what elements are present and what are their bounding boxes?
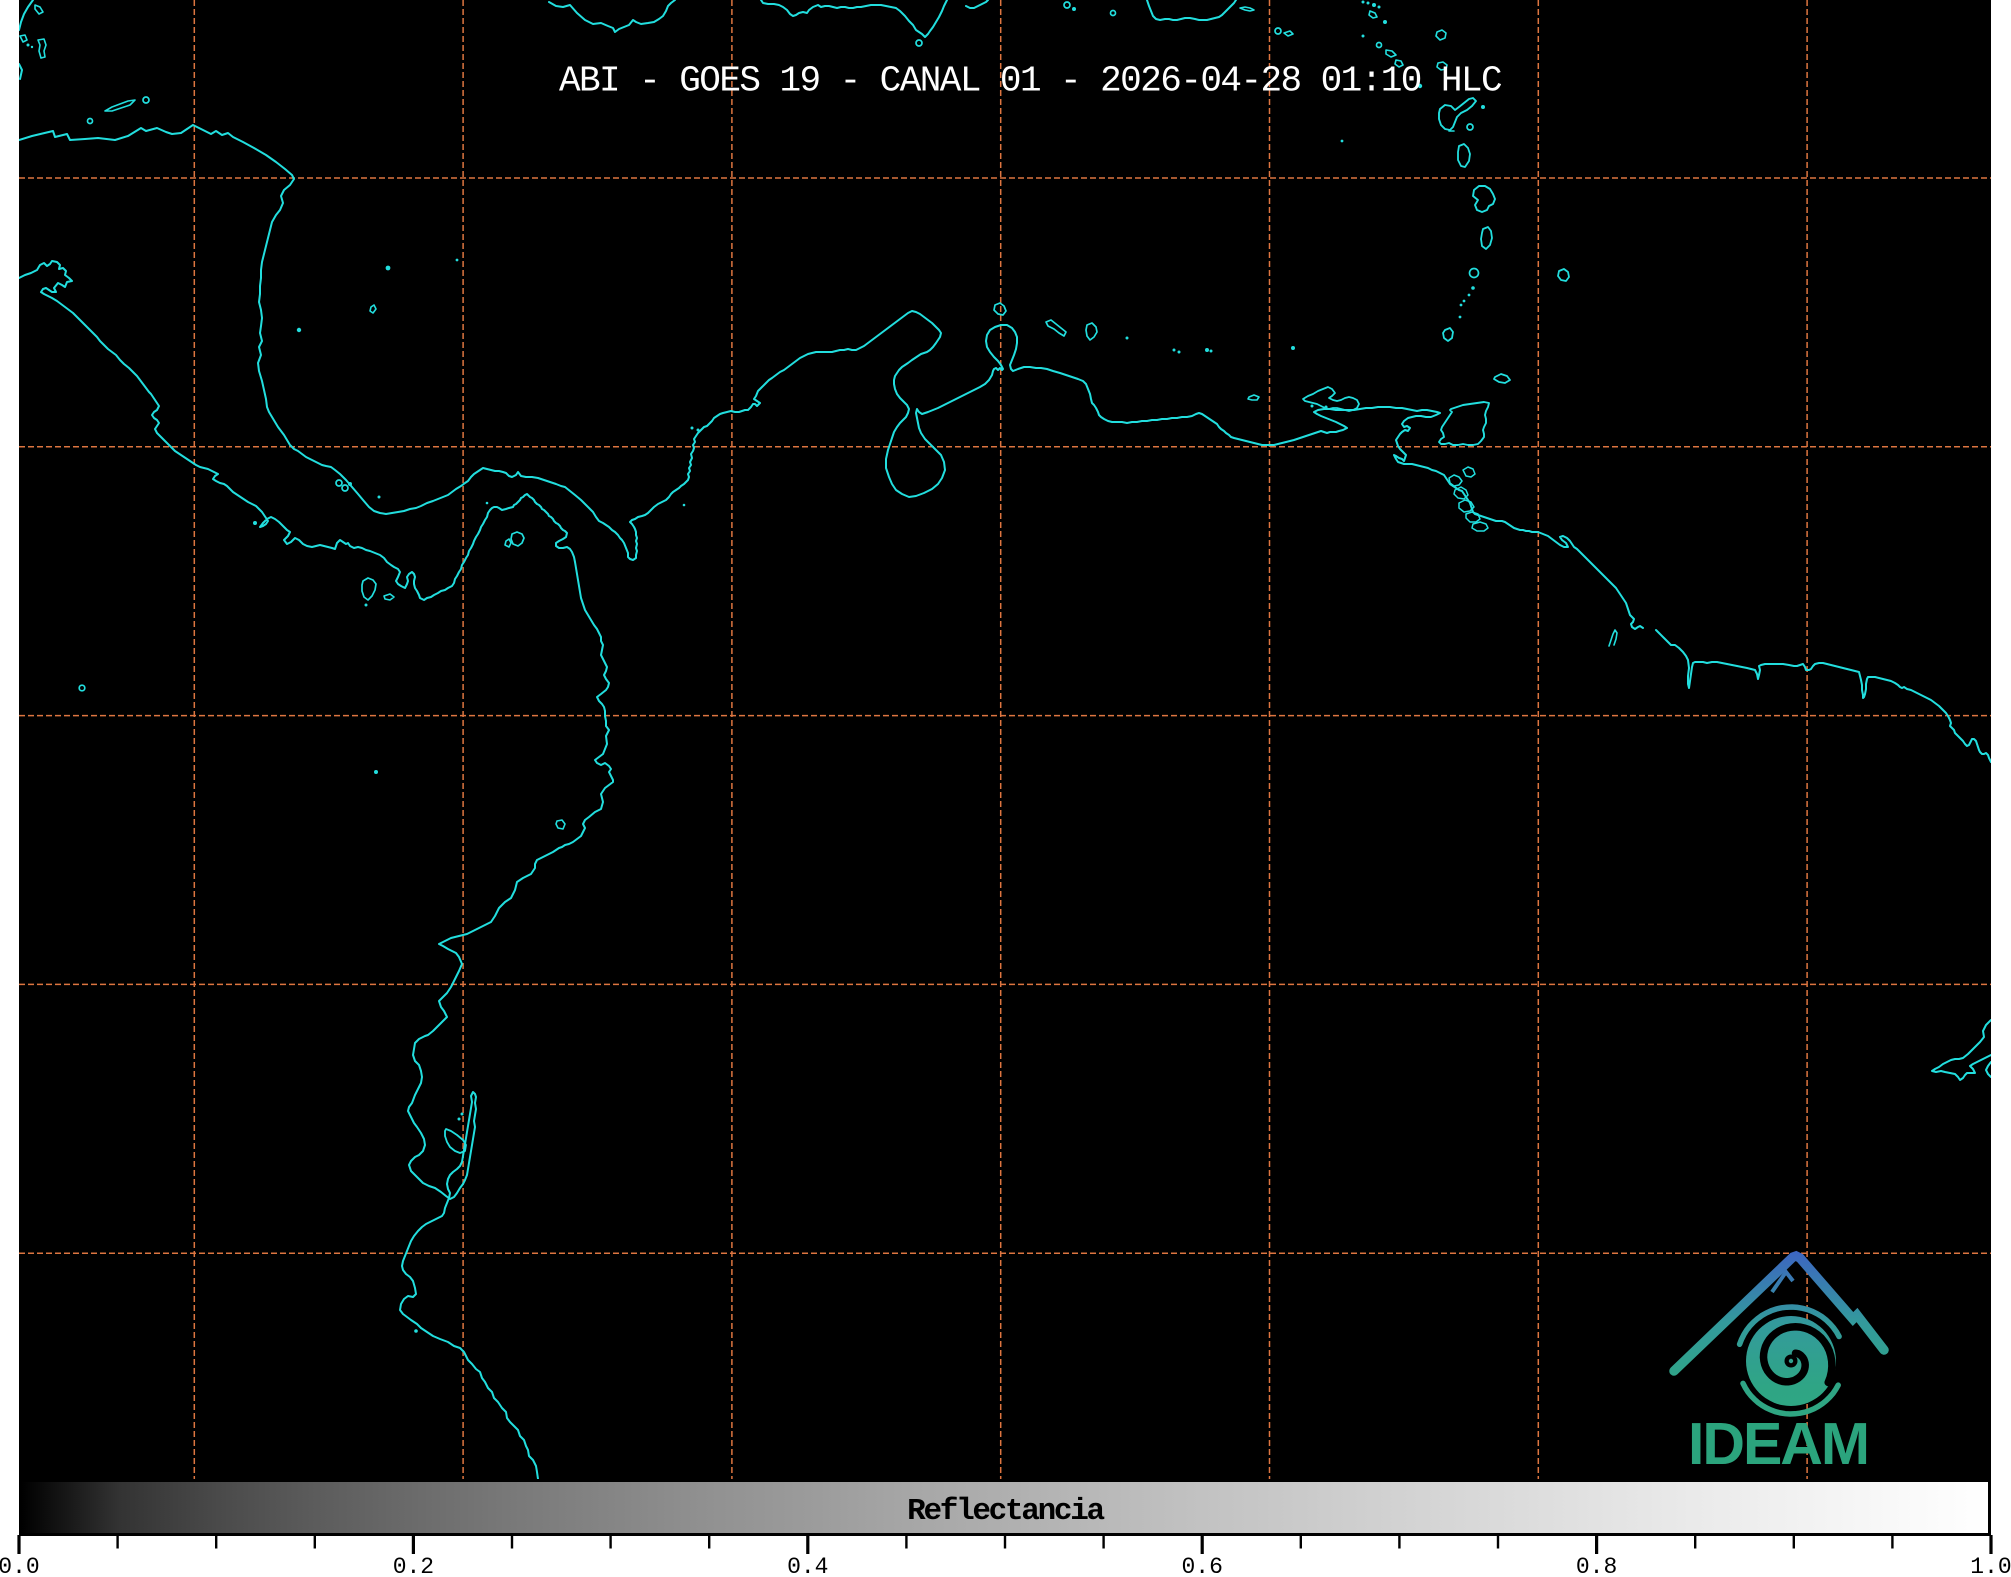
svg-text:0.0: 0.0 (0, 1554, 40, 1577)
svg-text:ABI - GOES 19 - CANAL 01 - 202: ABI - GOES 19 - CANAL 01 - 2026-04-28 01… (559, 61, 1502, 102)
svg-text:0.2: 0.2 (393, 1554, 434, 1577)
svg-text:1.0: 1.0 (1970, 1554, 2011, 1577)
svg-text:Reflectancia: Reflectancia (907, 1494, 1104, 1529)
svg-text:0.4: 0.4 (787, 1554, 828, 1577)
svg-text:0.8: 0.8 (1576, 1554, 1617, 1577)
svg-text:0.6: 0.6 (1181, 1554, 1222, 1577)
svg-text:IDEAM: IDEAM (1688, 1411, 1868, 1477)
